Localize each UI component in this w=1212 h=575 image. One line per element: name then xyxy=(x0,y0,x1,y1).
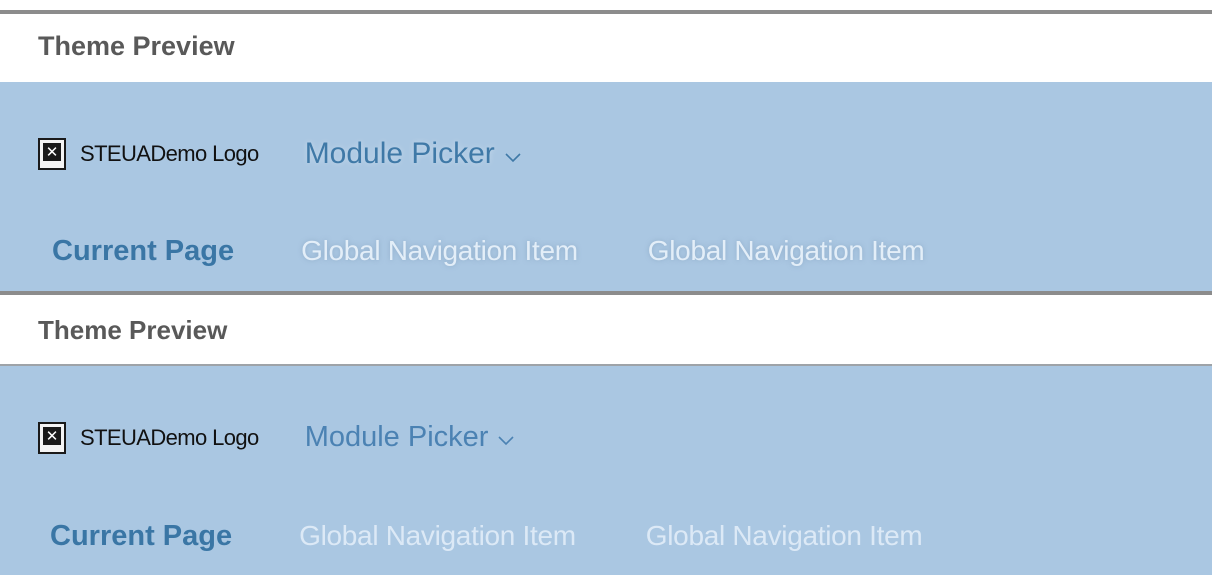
chevron-down-icon xyxy=(505,137,521,171)
broken-image-icon: ✕ xyxy=(38,421,66,454)
nav-item[interactable]: Global Navigation Item xyxy=(648,235,925,267)
global-nav: Current Page Global Navigation Item Glob… xyxy=(50,520,923,553)
nav-current-page[interactable]: Current Page xyxy=(50,520,232,553)
header-bar: ✕ STEUADemo Logo Module Picker Current P… xyxy=(0,366,1212,575)
logo-text: STEUADemo Logo xyxy=(80,141,259,166)
broken-image-icon: ✕ xyxy=(38,138,66,170)
theme-preview-b: Theme Preview ✕ STEUADemo Logo Module Pi… xyxy=(0,291,1212,575)
logo-row: ✕ STEUADemo Logo Module Picker xyxy=(38,137,521,171)
panel-title: Theme Preview xyxy=(38,31,235,61)
header-bar: ✕ STEUADemo Logo Module Picker Current P… xyxy=(0,82,1212,295)
module-picker-label: Module Picker xyxy=(304,421,489,453)
nav-item[interactable]: Global Navigation Item xyxy=(299,520,576,552)
title-bar: Theme Preview xyxy=(0,295,1212,366)
logo-row: ✕ STEUADemo Logo Module Picker xyxy=(38,421,515,454)
nav-item[interactable]: Global Navigation Item xyxy=(646,520,923,552)
module-picker[interactable]: Module Picker xyxy=(305,421,515,454)
module-picker-label: Module Picker xyxy=(304,137,495,170)
global-nav: Current Page Global Navigation Item Glob… xyxy=(52,235,925,268)
title-bar: Theme Preview xyxy=(0,14,1212,82)
chevron-down-icon xyxy=(498,421,515,454)
panel-title: Theme Preview xyxy=(38,315,228,345)
theme-preview-a: Theme Preview ✕ STEUADemo Logo Module Pi… xyxy=(0,10,1212,295)
nav-current-page[interactable]: Current Page xyxy=(52,235,234,268)
nav-item[interactable]: Global Navigation Item xyxy=(301,235,578,267)
module-picker[interactable]: Module Picker xyxy=(305,137,521,171)
logo-text: STEUADemo Logo xyxy=(80,424,259,450)
